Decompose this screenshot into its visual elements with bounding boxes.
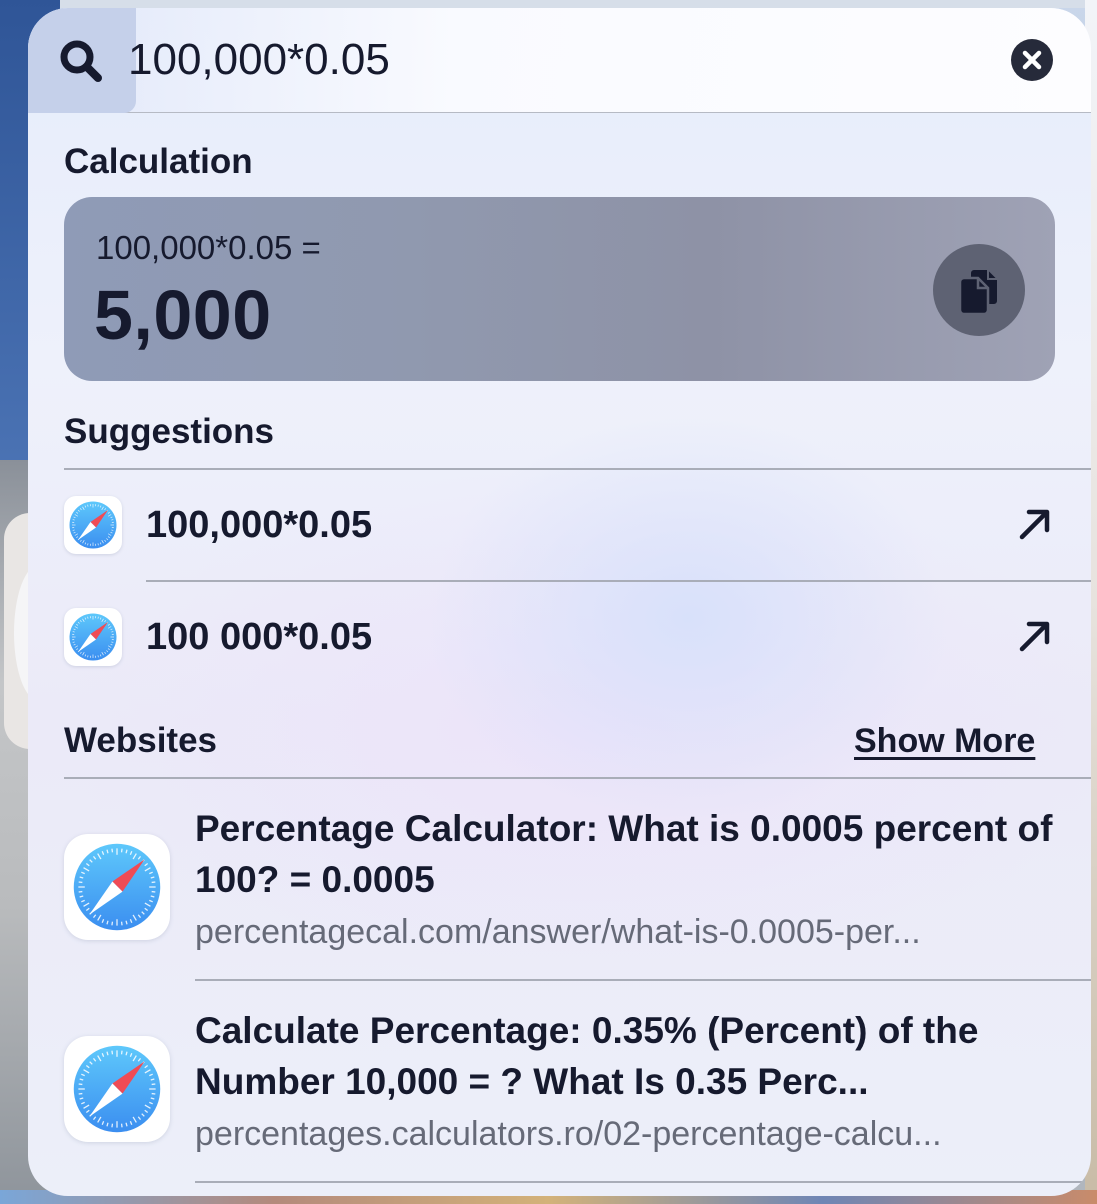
spotlight-panel: Calculation 100,000*0.05 = 5,000 Suggest… — [28, 8, 1091, 1196]
search-bar — [28, 8, 1091, 113]
compass-tick — [125, 920, 128, 925]
compass-tick — [125, 849, 128, 854]
websites-heading: Websites — [64, 721, 218, 760]
safari-app-icon — [64, 1036, 170, 1142]
safari-app-icon — [64, 608, 122, 666]
website-title: Percentage Calculator: What is 0.0005 pe… — [195, 808, 1053, 900]
compass-tick — [106, 1051, 109, 1056]
safari-icon — [73, 1045, 161, 1133]
suggestion-item[interactable]: 100,000*0.05 — [64, 470, 1091, 580]
show-more-link[interactable]: Show More — [854, 722, 1035, 761]
compass-tick — [97, 616, 99, 619]
compass-tick — [106, 1122, 109, 1127]
copy-icon — [958, 268, 999, 316]
arrow-up-right-icon — [1019, 621, 1050, 652]
website-title: Calculate Percentage: 0.35% (Percent) of… — [195, 1010, 979, 1102]
divider — [195, 1181, 1091, 1183]
safari-icon — [69, 613, 117, 661]
website-result[interactable]: Percentage Calculator: What is 0.0005 pe… — [64, 779, 1091, 979]
search-icon — [60, 40, 102, 82]
search-input[interactable] — [128, 30, 908, 90]
search-icon-container — [28, 8, 136, 113]
background-top-strip — [0, 0, 1097, 8]
compass-tick — [125, 1122, 128, 1127]
compass-tick — [97, 655, 99, 658]
copy-result-button[interactable] — [933, 244, 1025, 336]
compass-tick — [87, 543, 89, 546]
website-url: percentagecal.com/answer/what-is-0.0005-… — [195, 913, 921, 951]
suggestion-item[interactable]: 100 000*0.05 — [64, 582, 1091, 692]
compass-tick — [97, 543, 99, 546]
compass-tick — [87, 616, 89, 619]
safari-icon — [69, 501, 117, 549]
calculation-expression: 100,000*0.05 = — [96, 229, 321, 266]
suggestions-heading: Suggestions — [64, 412, 275, 451]
close-icon — [1022, 50, 1042, 70]
clear-search-button[interactable] — [1011, 39, 1053, 81]
compass-tick — [87, 655, 89, 658]
compass-tick — [106, 920, 109, 925]
safari-app-icon — [64, 496, 122, 554]
suggestion-text: 100 000*0.05 — [146, 616, 373, 658]
arrow-up-right-icon — [1019, 509, 1050, 540]
compass-tick — [125, 1051, 128, 1056]
safari-icon — [73, 843, 161, 931]
calculation-result-card[interactable]: 100,000*0.05 = 5,000 — [64, 197, 1055, 381]
calculation-result: 5,000 — [94, 276, 272, 354]
safari-app-icon — [64, 834, 170, 940]
suggestion-text: 100,000*0.05 — [146, 504, 373, 546]
compass-tick — [106, 849, 109, 854]
website-result[interactable]: Calculate Percentage: 0.35% (Percent) of… — [64, 981, 1091, 1181]
website-url: percentages.calculators.ro/02-percentage… — [195, 1115, 942, 1153]
calculation-heading: Calculation — [64, 142, 253, 181]
